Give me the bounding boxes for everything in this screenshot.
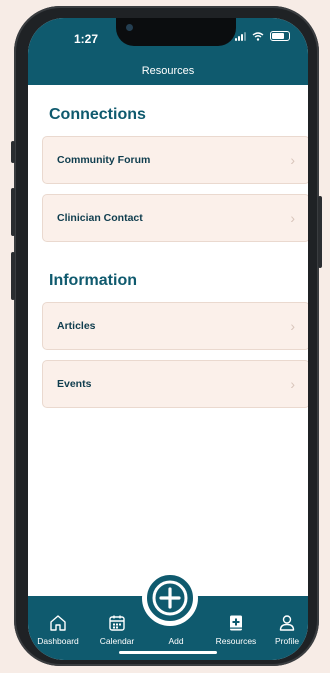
volume-up-button [11, 188, 15, 236]
resource-item-community-forum[interactable]: Community Forum › [42, 136, 308, 184]
resource-item-label: Community Forum [57, 154, 151, 166]
tab-label: Calendar [99, 636, 135, 646]
mute-switch [11, 141, 15, 163]
header-bar: 1:27 Resources [28, 18, 308, 85]
tab-label: Add [168, 636, 184, 646]
resource-item-events[interactable]: Events › [42, 360, 308, 408]
battery-icon [270, 31, 290, 41]
signal-icon [235, 31, 246, 41]
tab-label: Dashboard [37, 636, 79, 646]
book-plus-icon [230, 615, 242, 631]
chevron-right-icon: › [290, 318, 295, 334]
tab-add[interactable]: Add [148, 636, 204, 646]
tab-resources[interactable]: Resources [208, 614, 264, 646]
add-button[interactable] [142, 570, 198, 626]
camera-icon [126, 24, 133, 31]
app-screen: 1:27 Resources Connections Community For… [28, 18, 308, 660]
chevron-right-icon: › [290, 210, 295, 226]
tab-label: Resources [215, 636, 257, 646]
resource-item-label: Clinician Contact [57, 212, 143, 224]
volume-down-button [11, 252, 15, 300]
plus-circle-icon [152, 580, 188, 616]
home-icon [50, 615, 66, 631]
resource-item-articles[interactable]: Articles › [42, 302, 308, 350]
resource-item-label: Events [57, 378, 92, 390]
notch [116, 18, 236, 46]
power-button [318, 196, 322, 268]
chevron-right-icon: › [290, 376, 295, 392]
wifi-icon [252, 31, 264, 41]
resource-item-clinician-contact[interactable]: Clinician Contact › [42, 194, 308, 242]
resource-item-label: Articles [57, 320, 96, 332]
status-icons [235, 31, 290, 41]
tab-label: Profile [274, 636, 300, 646]
person-icon [279, 615, 295, 631]
tab-dashboard[interactable]: Dashboard [30, 614, 86, 646]
page-title: Resources [141, 65, 195, 77]
home-indicator [119, 651, 217, 654]
section-title-connections: Connections [49, 106, 146, 123]
section-title-information: Information [49, 272, 137, 289]
calendar-icon [109, 615, 125, 631]
chevron-right-icon: › [290, 152, 295, 168]
tab-calendar[interactable]: Calendar [89, 614, 145, 646]
status-time: 1:27 [74, 32, 99, 46]
tab-profile[interactable]: Profile [259, 614, 308, 646]
